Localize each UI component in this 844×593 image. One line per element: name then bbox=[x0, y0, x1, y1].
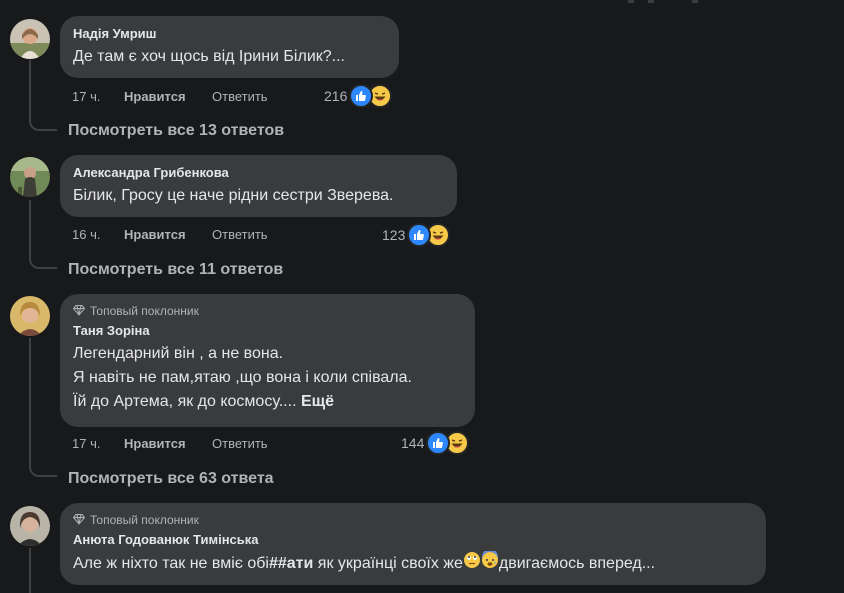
reaction-count: 144 bbox=[401, 435, 425, 451]
thread-connector bbox=[29, 117, 57, 131]
previous-comment-edge bbox=[0, 0, 844, 3]
comment-text-fragment: Їй до Артема, як до космосу.... bbox=[73, 393, 297, 410]
like-button[interactable]: Нравится bbox=[124, 436, 212, 451]
reply-button[interactable]: Ответить bbox=[212, 89, 268, 104]
comment-author[interactable]: Надія Умриш bbox=[73, 25, 386, 42]
comment-actions: 16 ч. Нравится Ответить bbox=[72, 224, 268, 244]
comment-author[interactable]: Александра Грибенкова bbox=[73, 164, 444, 181]
comment-text-line: Їй до Артема, як до космосу.... Ещё bbox=[73, 390, 462, 414]
see-more-link[interactable]: Ещё bbox=[301, 393, 334, 410]
top-fan-diamond-icon bbox=[72, 513, 86, 528]
comment-author[interactable]: Таня Зоріна bbox=[73, 322, 462, 339]
comment-text-fragment: двигаємось вперед... bbox=[498, 555, 656, 573]
hashtag-link[interactable]: ##ати bbox=[269, 555, 313, 572]
comment-author[interactable]: Анюта Годованюк Тимінська bbox=[73, 531, 753, 548]
top-fan-diamond-icon bbox=[72, 304, 86, 319]
reaction-summary[interactable]: 144 bbox=[401, 431, 470, 455]
thread-line bbox=[29, 200, 31, 256]
like-button[interactable]: Нравится bbox=[124, 227, 212, 242]
thread-line bbox=[29, 338, 31, 464]
comment-timestamp[interactable]: 16 ч. bbox=[72, 227, 124, 242]
comment-text-line: Я навіть не пам,ятаю ,що вона і коли спі… bbox=[73, 369, 412, 386]
top-fan-label: Топовый поклонник bbox=[90, 513, 199, 527]
view-replies-link[interactable]: Посмотреть все 63 ответа bbox=[68, 469, 274, 489]
reaction-summary[interactable]: 216 bbox=[324, 84, 393, 108]
comment-timestamp[interactable]: 17 ч. bbox=[72, 436, 124, 451]
anxious-emoji bbox=[481, 549, 499, 577]
thread-line bbox=[29, 60, 31, 118]
reply-button[interactable]: Ответить bbox=[212, 436, 268, 451]
eye-roll-emoji bbox=[463, 551, 481, 577]
reaction-count: 123 bbox=[382, 227, 406, 243]
avatar[interactable] bbox=[10, 19, 50, 59]
view-replies-link[interactable]: Посмотреть все 11 ответов bbox=[68, 260, 283, 280]
top-fan-label: Топовый поклонник bbox=[90, 304, 199, 318]
top-fan-badge: Топовый поклонник bbox=[72, 303, 462, 319]
comment-text-line: Легендарний він , а не вона. bbox=[73, 345, 284, 362]
thread-connector bbox=[29, 255, 57, 269]
comment-bubble: Топовый поклонник Таня Зоріна Легендарни… bbox=[60, 294, 475, 427]
comment-bubble: Надія Умриш Де там є хоч щось від Ірини … bbox=[60, 16, 399, 78]
top-fan-badge: Топовый поклонник bbox=[72, 512, 753, 528]
comment-text-fragment: як українці своїх же bbox=[313, 555, 463, 573]
comment-actions: 17 ч. Нравится Ответить bbox=[72, 433, 268, 453]
reaction-summary[interactable]: 123 bbox=[382, 223, 451, 247]
reply-button[interactable]: Ответить bbox=[212, 227, 268, 242]
avatar[interactable] bbox=[10, 296, 50, 336]
avatar[interactable] bbox=[10, 157, 50, 197]
like-button[interactable]: Нравится bbox=[124, 89, 212, 104]
avatar[interactable] bbox=[10, 506, 50, 546]
comment-actions: 17 ч. Нравится Ответить bbox=[72, 86, 268, 106]
comment-text: Де там є хоч щось від Ірини Білик?... bbox=[73, 48, 345, 65]
comment-bubble: Александра Грибенкова Білик, Гросу це на… bbox=[60, 155, 457, 217]
comment-text: Білик, Гросу це наче рідни сестри Зверев… bbox=[73, 187, 394, 204]
comment-bubble: Топовый поклонник Анюта Годованюк Тимінс… bbox=[60, 503, 766, 585]
view-replies-link[interactable]: Посмотреть все 13 ответов bbox=[68, 121, 284, 141]
comment-text-fragment: Але ж ніхто так не вміє обі bbox=[73, 555, 269, 573]
reaction-count: 216 bbox=[324, 88, 348, 104]
comment-timestamp[interactable]: 17 ч. bbox=[72, 89, 124, 104]
thread-connector bbox=[29, 463, 57, 477]
comment-text: Але ж ніхто так не вміє обі##ати як укра… bbox=[73, 549, 753, 577]
thread-line bbox=[29, 548, 31, 593]
